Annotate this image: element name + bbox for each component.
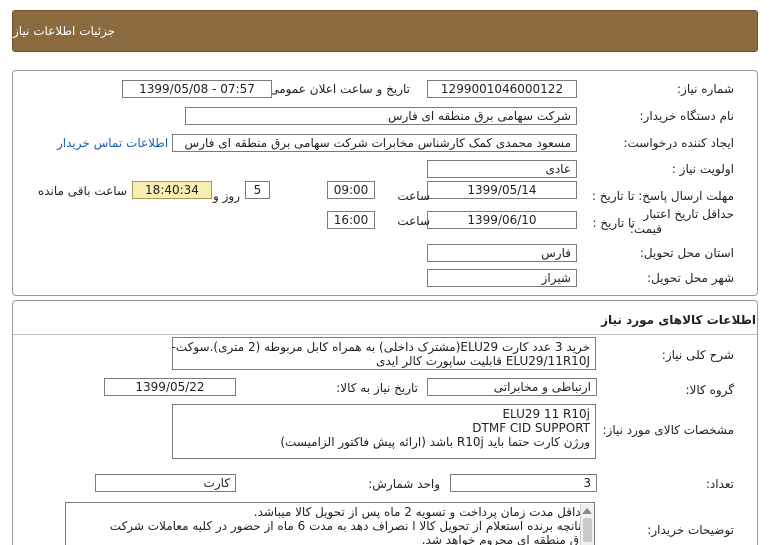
need-date-field[interactable]: 1399/05/22 bbox=[104, 378, 236, 396]
summary-line-2: ELU29/11R10J قابلیت ساپورت کالر ایدی bbox=[376, 354, 590, 368]
validity-time-field[interactable]: 16:00 bbox=[327, 211, 375, 229]
need-number-field[interactable]: 1299001046000122 bbox=[427, 80, 577, 98]
spec-line-3: ورژن کارت حتما باید R10j باشد (ارائه پیش… bbox=[280, 435, 590, 449]
page-header-title: جزئیات اطلاعات نیاز bbox=[13, 24, 116, 38]
creator-field[interactable]: مسعود محمدی کمک کارشناس مخابرات شرکت سها… bbox=[172, 134, 577, 152]
summary-label: شرح کلی نیاز: bbox=[661, 348, 734, 362]
province-label: استان محل تحویل: bbox=[639, 246, 734, 260]
scroll-up-arrow-icon[interactable] bbox=[582, 508, 592, 514]
spec-line-1: ELU29 11 R10j bbox=[502, 407, 590, 421]
priority-field[interactable]: عادی bbox=[427, 160, 577, 178]
announce-label: تاریخ و ساعت اعلان عمومی: bbox=[265, 82, 410, 96]
validity-time-label: ساعت bbox=[397, 214, 430, 228]
days-label: روز و bbox=[213, 189, 240, 203]
validity-until-label: تا تاریخ : bbox=[592, 216, 635, 230]
buyer-notes-label: توضیحات خریدار: bbox=[647, 523, 734, 537]
notes-line-1: حداقل مدت زمان پرداخت و تسویه 2 ماه پس ا… bbox=[253, 505, 589, 519]
priority-label: اولویت نیاز : bbox=[671, 162, 734, 176]
city-field[interactable]: شیراز bbox=[427, 269, 577, 287]
buyer-contact-link[interactable]: اطلاعات تماس خریدار bbox=[57, 136, 168, 150]
summary-field[interactable]: خرید 3 عدد کارت ELU29(مشترک داخلی) به هم… bbox=[172, 337, 596, 370]
reply-time-label: ساعت bbox=[397, 189, 430, 203]
quantity-label: تعداد: bbox=[705, 477, 734, 491]
spec-label: مشخصات کالای مورد نیاز: bbox=[602, 423, 734, 437]
need-date-label: تاریخ نیاز به کالا: bbox=[336, 381, 418, 395]
announce-datetime-field[interactable]: 1399/05/08 - 07:57 bbox=[122, 80, 272, 98]
buyer-field[interactable]: شرکت سهامی برق منطقه ای فارس bbox=[185, 107, 577, 125]
unit-field[interactable]: کارت bbox=[95, 474, 236, 492]
days-remaining-field[interactable]: 5 bbox=[245, 181, 270, 199]
spec-field[interactable]: ELU29 11 R10j DTMF CID SUPPORT ورژن کارت… bbox=[172, 404, 596, 459]
notes-scrollbar[interactable] bbox=[580, 504, 594, 545]
remaining-time-field[interactable]: 18:40:34 bbox=[132, 181, 212, 199]
quantity-field[interactable]: 3 bbox=[450, 474, 597, 492]
reply-deadline-label: مهلت ارسال پاسخ: تا تاریخ : bbox=[591, 189, 734, 203]
scroll-thumb[interactable] bbox=[583, 518, 592, 542]
need-info-panel bbox=[12, 70, 758, 296]
city-label: شهر محل تحویل: bbox=[647, 271, 734, 285]
reply-time-field[interactable]: 09:00 bbox=[327, 181, 375, 199]
remaining-time-label: ساعت باقی مانده bbox=[37, 184, 127, 198]
unit-label: واحد شمارش: bbox=[368, 477, 440, 491]
buyer-label: نام دستگاه خریدار: bbox=[639, 109, 735, 123]
validity-label-line1: حداقل تاریخ اعتبار bbox=[643, 207, 734, 221]
reply-date-field[interactable]: 1399/05/14 bbox=[427, 181, 577, 199]
goods-section-title: اطلاعات کالاهای مورد نیاز bbox=[601, 313, 756, 327]
validity-date-field[interactable]: 1399/06/10 bbox=[427, 211, 577, 229]
section-divider bbox=[13, 334, 757, 335]
spec-line-2: DTMF CID SUPPORT bbox=[472, 421, 590, 435]
group-label: گروه کالا: bbox=[685, 383, 735, 397]
page-header: جزئیات اطلاعات نیاز bbox=[12, 10, 758, 52]
summary-line-1: خرید 3 عدد کارت ELU29(مشترک داخلی) به هم… bbox=[171, 340, 590, 354]
province-field[interactable]: فارس bbox=[427, 244, 577, 262]
need-number-label: شماره نیاز: bbox=[677, 82, 734, 96]
group-field[interactable]: ارتباطی و مخابراتی bbox=[427, 378, 597, 396]
notes-line-2: چنانچه برنده استعلام از تحویل کالا ا نصر… bbox=[109, 519, 589, 533]
creator-label: ایجاد کننده درخواست: bbox=[623, 136, 734, 150]
notes-line-3: برق منطقه ای محروم خواهد شد. bbox=[421, 533, 589, 545]
buyer-notes-field[interactable]: حداقل مدت زمان پرداخت و تسویه 2 ماه پس ا… bbox=[65, 502, 595, 545]
